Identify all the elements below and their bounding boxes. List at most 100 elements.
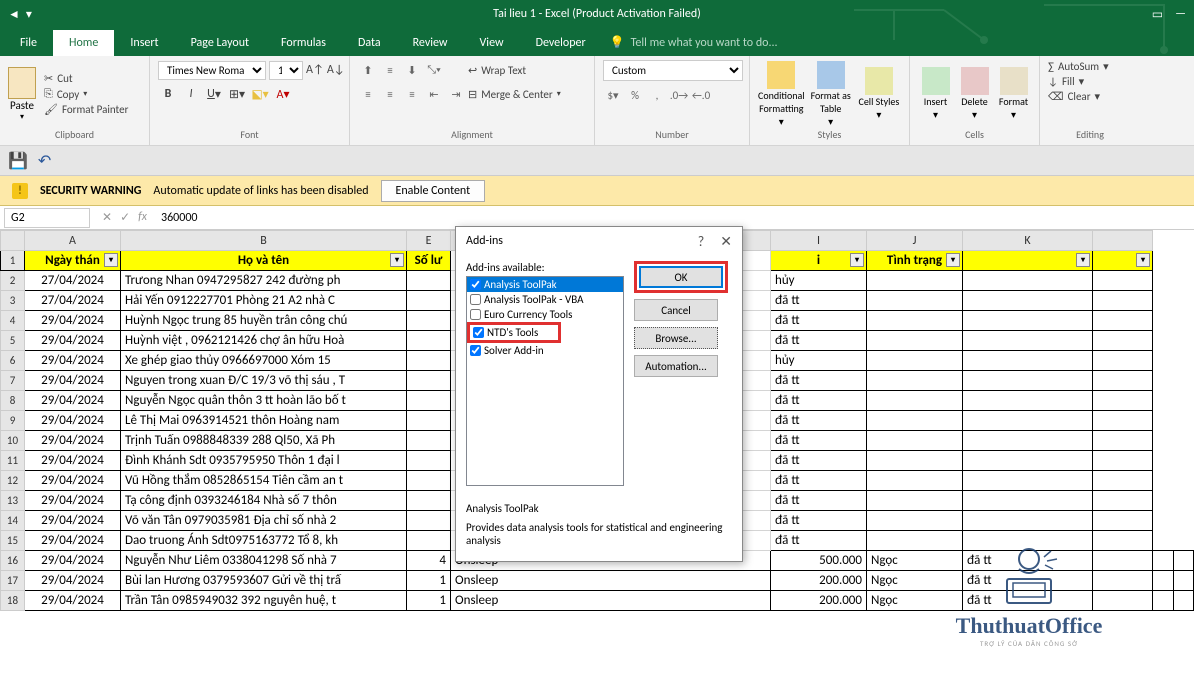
fill-color-button[interactable]: ⬕▾ <box>250 84 270 104</box>
currency-icon[interactable]: $▾ <box>603 85 623 105</box>
align-right-icon[interactable]: ≡ <box>402 84 422 104</box>
filter-arrow-icon[interactable]: ▾ <box>1136 253 1150 267</box>
cond-format-icon <box>767 61 795 89</box>
number-format-select[interactable]: Custom <box>603 60 743 81</box>
tell-me[interactable]: 💡 Tell me what you want to do... <box>610 35 778 56</box>
cut-button[interactable]: ✂Cut <box>44 72 128 85</box>
align-top-icon[interactable]: ⬆ <box>358 60 378 80</box>
font-name-select[interactable]: Times New Roma <box>158 61 266 80</box>
wrap-text-button[interactable]: ↩Wrap Text <box>468 60 526 80</box>
autosum-button[interactable]: ∑AutoSum▾ <box>1048 60 1132 73</box>
tab-view[interactable]: View <box>464 30 520 56</box>
insert-cells-button[interactable]: Insert▾ <box>918 67 953 121</box>
table-row[interactable]: 17 29/04/2024 Bùi lan Hương 0379593607 G… <box>1 571 1194 591</box>
copy-button[interactable]: ⎘Copy▾ <box>44 87 128 101</box>
decrease-font-icon[interactable]: A↓ <box>327 60 345 80</box>
name-box[interactable] <box>4 208 90 228</box>
fill-button[interactable]: ↓Fill▾ <box>1048 75 1132 88</box>
conditional-formatting-button[interactable]: Conditional Formatting▾ <box>758 61 805 128</box>
enable-content-button[interactable]: Enable Content <box>381 180 486 202</box>
tab-formulas[interactable]: Formulas <box>265 30 342 56</box>
border-button[interactable]: ⊞▾ <box>227 84 247 104</box>
browse-button[interactable]: Browse... <box>634 327 718 349</box>
ok-button[interactable]: OK <box>639 266 723 288</box>
automation-button[interactable]: Automation... <box>634 355 718 377</box>
filter-arrow-icon[interactable]: ▾ <box>390 253 404 267</box>
dialog-description: Analysis ToolPak Provides data analysis … <box>456 498 742 561</box>
tab-data[interactable]: Data <box>342 30 397 56</box>
minimize-icon[interactable]: — <box>1175 7 1186 22</box>
formula-input[interactable]: 360000 <box>155 209 1194 227</box>
indent-dec-icon[interactable]: ⇤ <box>424 84 444 104</box>
col-header-status: Tình trạng▾ <box>867 251 963 271</box>
warning-icon: ! <box>12 183 28 199</box>
clear-button[interactable]: ⌫Clear▾ <box>1048 90 1132 103</box>
cell-styles-button[interactable]: Cell Styles▾ <box>857 67 901 121</box>
comma-icon[interactable]: , <box>647 85 667 105</box>
close-icon[interactable]: ✕ <box>720 233 732 250</box>
cellstyle-icon <box>865 67 893 95</box>
dialog-titlebar[interactable]: Add-ins ? ✕ <box>456 227 742 255</box>
tab-developer[interactable]: Developer <box>520 30 602 56</box>
table-row[interactable]: 18 29/04/2024 Trần Tân 0985949032 392 ng… <box>1 591 1194 611</box>
ribbon-options-icon[interactable]: ▭ <box>1152 7 1163 22</box>
security-title: SECURITY WARNING <box>40 184 141 198</box>
font-size-select[interactable]: 13 <box>269 61 303 80</box>
increase-decimal-icon[interactable]: .0→ <box>669 85 689 105</box>
quick-access-toolbar: 💾 ↶ <box>0 146 1194 176</box>
save-icon[interactable]: 💾 <box>8 151 28 171</box>
tab-page-layout[interactable]: Page Layout <box>175 30 265 56</box>
group-editing: ∑AutoSum▾ ↓Fill▾ ⌫Clear▾ Editing <box>1040 56 1140 145</box>
format-as-table-button[interactable]: Format as Table▾ <box>809 61 853 128</box>
tab-review[interactable]: Review <box>397 30 464 56</box>
format-icon <box>1000 67 1028 95</box>
align-center-icon[interactable]: ≡ <box>380 84 400 104</box>
filter-arrow-icon[interactable]: ▾ <box>104 253 118 267</box>
align-middle-icon[interactable]: ≡ <box>380 60 400 80</box>
tab-home[interactable]: Home <box>53 30 114 56</box>
paste-button[interactable]: Paste ▾ <box>8 67 36 122</box>
align-left-icon[interactable]: ≡ <box>358 84 378 104</box>
format-cells-button[interactable]: Format▾ <box>996 67 1031 121</box>
tab-file[interactable]: File <box>4 30 53 56</box>
cancel-formula-icon[interactable]: ✕ <box>102 210 112 225</box>
window-title: Tai lieu 1 - Excel (Product Activation F… <box>493 7 701 21</box>
addins-listbox[interactable]: Analysis ToolPak Analysis ToolPak - VBA … <box>466 276 624 486</box>
bold-button[interactable]: B <box>158 84 178 104</box>
group-styles: Conditional Formatting▾ Format as Table▾… <box>750 56 910 145</box>
tab-insert[interactable]: Insert <box>114 30 174 56</box>
eraser-icon: ⌫ <box>1048 90 1064 103</box>
underline-button[interactable]: U▾ <box>204 84 224 104</box>
undo-icon[interactable]: ↶ <box>38 151 51 171</box>
filter-arrow-icon[interactable]: ▾ <box>1076 253 1090 267</box>
group-alignment: ⬆ ≡ ⬇ ⤡▾ ↩Wrap Text ≡ ≡ ≡ ⇤ ⇥ ⊟Merge & C… <box>350 56 595 145</box>
filter-arrow-icon[interactable]: ▾ <box>946 253 960 267</box>
cancel-button[interactable]: Cancel <box>634 299 718 321</box>
list-item-ntd: NTD's Tools <box>470 325 558 340</box>
merge-center-button[interactable]: ⊟Merge & Center▾ <box>468 84 561 104</box>
wrap-icon: ↩ <box>468 64 477 77</box>
align-bottom-icon[interactable]: ⬇ <box>402 60 422 80</box>
decrease-decimal-icon[interactable]: ←.0 <box>691 85 711 105</box>
ribbon: Paste ▾ ✂Cut ⎘Copy▾ 🖌Format Painter Clip… <box>0 56 1194 146</box>
brush-icon: 🖌 <box>44 103 58 116</box>
orientation-icon[interactable]: ⤡▾ <box>424 60 444 80</box>
back-icon[interactable]: ◄ <box>8 7 20 22</box>
help-icon[interactable]: ? <box>698 233 705 250</box>
security-msg: Automatic update of links has been disab… <box>153 184 368 198</box>
fill-icon: ↓ <box>1048 75 1058 88</box>
italic-button[interactable]: I <box>181 84 201 104</box>
group-label-clipboard: Clipboard <box>8 128 141 141</box>
filter-arrow-icon[interactable]: ▾ <box>850 253 864 267</box>
format-painter-button[interactable]: 🖌Format Painter <box>44 103 128 116</box>
enter-formula-icon[interactable]: ✓ <box>120 210 130 225</box>
fx-icon[interactable]: fx <box>138 210 147 225</box>
qat-more-icon[interactable]: ▾ <box>26 7 32 22</box>
delete-cells-button[interactable]: Delete▾ <box>957 67 992 121</box>
increase-font-icon[interactable]: A↑ <box>306 60 324 80</box>
font-color-button[interactable]: A▾ <box>273 84 293 104</box>
indent-inc-icon[interactable]: ⇥ <box>446 84 466 104</box>
merge-icon: ⊟ <box>468 88 477 101</box>
percent-icon[interactable]: % <box>625 85 645 105</box>
group-label-editing: Editing <box>1048 128 1132 141</box>
